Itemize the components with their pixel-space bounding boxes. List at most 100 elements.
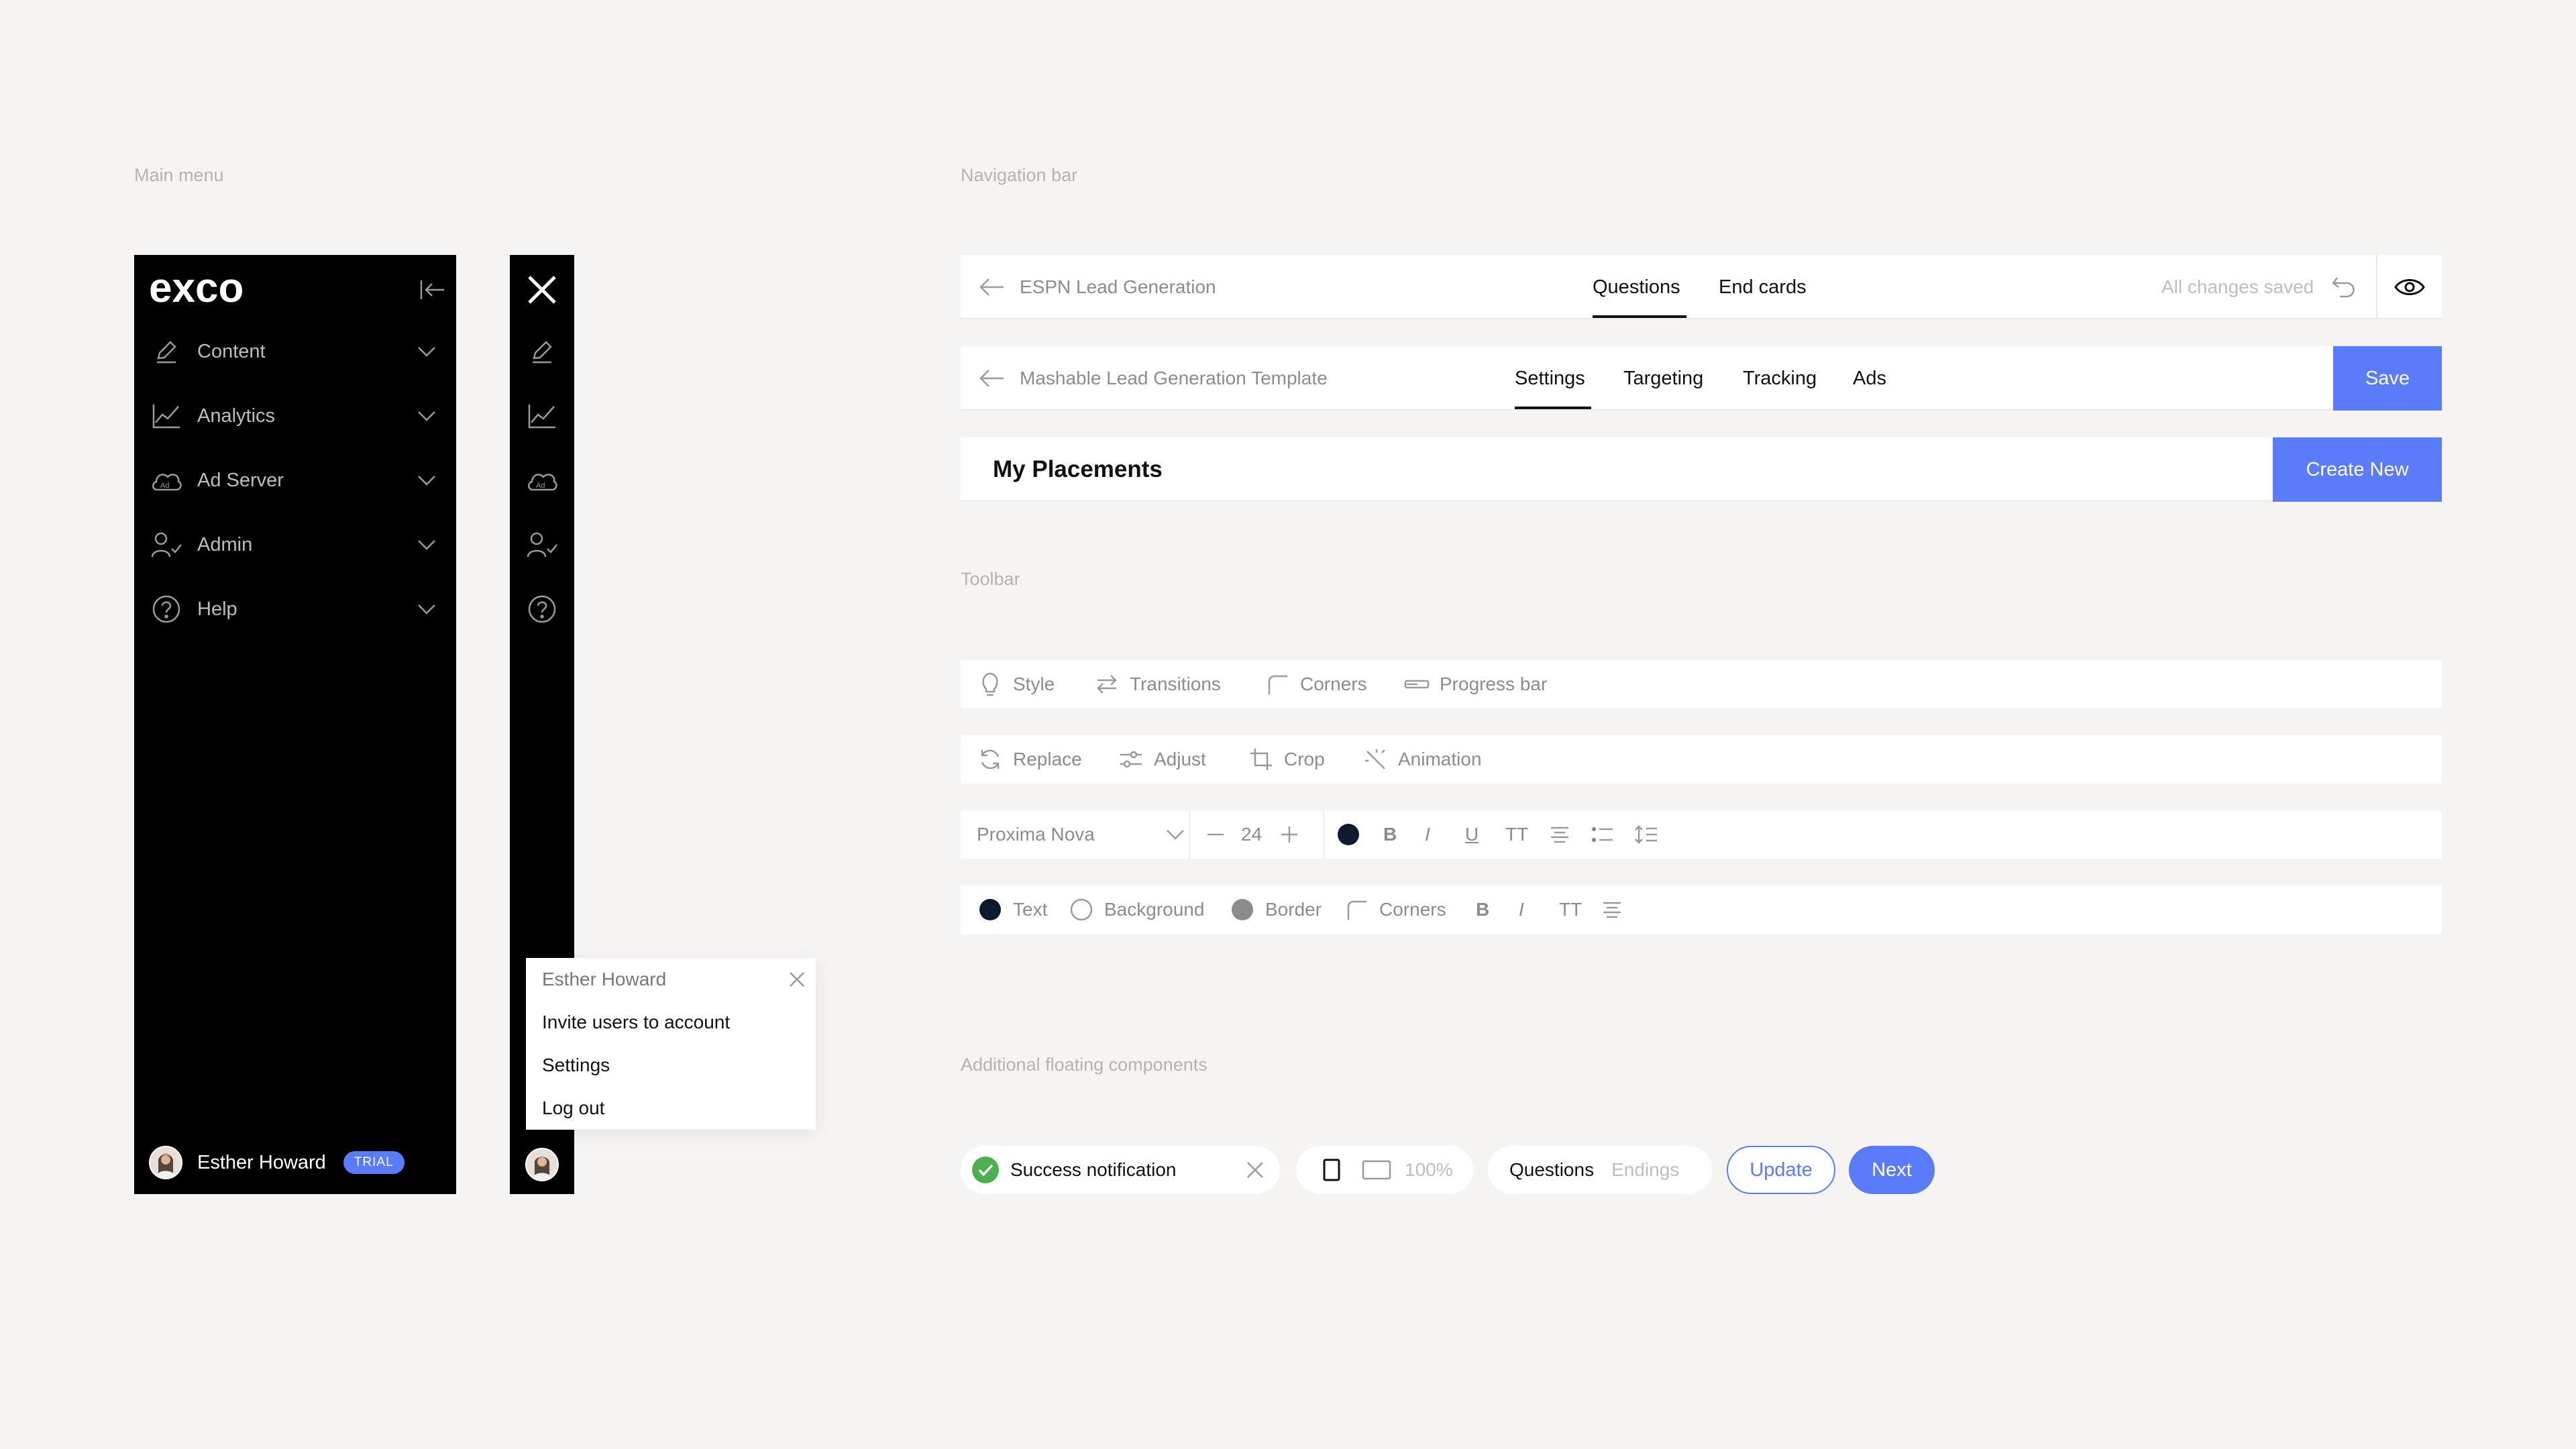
animation-tool[interactable]: Animation	[1362, 735, 1482, 784]
progress-bar-icon	[1403, 671, 1430, 698]
style-tool[interactable]: Style	[977, 660, 1055, 708]
underline-button[interactable]: U	[1465, 810, 1479, 859]
crop-icon	[1248, 746, 1275, 773]
font-family-value: Proxima Nova	[977, 824, 1095, 845]
tab-targeting[interactable]: Targeting	[1623, 368, 1703, 390]
pencil-icon[interactable]	[525, 334, 559, 369]
sidebar-item-help[interactable]: Help	[149, 589, 441, 629]
style-label: Style	[1013, 674, 1055, 694]
template-title: Mashable Lead Generation Template	[1020, 368, 1328, 388]
user-check-icon[interactable]	[525, 527, 559, 562]
bold-button[interactable]: B	[1476, 885, 1489, 934]
sidebar-item-analytics[interactable]: Analytics	[149, 396, 441, 436]
avatar[interactable]	[149, 1146, 182, 1179]
main-menu-expanded: exco Content Analytics Ad Ad Server Admi…	[134, 255, 456, 1194]
floating-components-label: Additional floating components	[961, 1055, 1208, 1075]
font-size-increase[interactable]	[1281, 810, 1297, 859]
mobile-view-icon[interactable]	[1323, 1159, 1340, 1181]
corners-label: Corners	[1300, 674, 1367, 694]
chevron-down-icon[interactable]	[412, 594, 441, 624]
tab-questions[interactable]: Questions	[1593, 276, 1680, 299]
back-arrow-icon[interactable]	[978, 275, 1005, 299]
adjust-tool[interactable]: Adjust	[1118, 735, 1206, 784]
transitions-tool[interactable]: Transitions	[1093, 660, 1221, 708]
exco-logo[interactable]: exco	[149, 268, 283, 309]
font-size-decrease[interactable]	[1208, 810, 1224, 859]
font-size-value[interactable]: 24	[1241, 810, 1262, 859]
success-notification: Success notification	[961, 1146, 1280, 1194]
desktop-view-icon[interactable]	[1362, 1159, 1391, 1181]
chevron-down-icon[interactable]	[412, 466, 441, 495]
menu-item-invite-users[interactable]: Invite users to account	[542, 1012, 730, 1033]
divider	[2376, 255, 2377, 319]
avatar[interactable]	[525, 1147, 559, 1182]
background-label: Background	[1104, 899, 1205, 920]
svg-text:exco: exco	[149, 268, 244, 309]
replace-tool[interactable]: Replace	[977, 735, 1082, 784]
chevron-down-icon[interactable]	[412, 401, 441, 431]
tab-settings[interactable]: Settings	[1515, 368, 1585, 390]
border-color-tool[interactable]: Border	[1229, 885, 1322, 934]
tab-tracking[interactable]: Tracking	[1743, 368, 1817, 390]
chart-line-icon[interactable]	[525, 398, 559, 433]
sidebar-item-admin[interactable]: Admin	[149, 525, 441, 565]
toolbar-shape: Text Background Border Corners B I TT	[961, 885, 2442, 934]
background-color-tool[interactable]: Background	[1068, 885, 1204, 934]
align-center-icon[interactable]	[1602, 885, 1622, 934]
bullet-list-icon[interactable]	[1591, 810, 1614, 859]
text-color-swatch[interactable]	[1336, 810, 1360, 859]
close-icon[interactable]	[788, 970, 806, 989]
user-popup-menu: Esther Howard Invite users to account Se…	[526, 958, 816, 1130]
chevron-down-icon[interactable]	[412, 337, 441, 366]
progress-bar-tool[interactable]: Progress bar	[1403, 660, 1547, 708]
divider	[1189, 810, 1190, 859]
sidebar-item-label: Content	[197, 340, 266, 362]
sidebar-item-content[interactable]: Content	[149, 331, 441, 372]
help-circle-icon[interactable]	[525, 592, 559, 627]
line-spacing-icon[interactable]	[1634, 810, 1658, 859]
toggle-questions[interactable]: Questions	[1509, 1159, 1594, 1181]
user-profile[interactable]: Esther Howard TRIAL	[149, 1146, 405, 1179]
corners-tool[interactable]: Corners	[1264, 660, 1367, 708]
tab-end-cards[interactable]: End cards	[1719, 276, 1807, 299]
menu-item-settings[interactable]: Settings	[542, 1055, 610, 1076]
project-title: ESPN Lead Generation	[1020, 276, 1216, 297]
view-mode-control: 100%	[1296, 1146, 1473, 1194]
color-dot-icon	[977, 896, 1004, 923]
italic-button[interactable]: I	[1425, 810, 1430, 859]
cloud-ad-icon[interactable]: Ad	[525, 463, 559, 498]
back-arrow-icon[interactable]	[978, 366, 1005, 390]
text-case-button[interactable]: TT	[1559, 885, 1582, 934]
align-center-icon[interactable]	[1550, 810, 1570, 859]
font-family-select[interactable]: Proxima Nova	[977, 810, 1185, 859]
sidebar-item-ad-server[interactable]: Ad Ad Server	[149, 460, 441, 500]
preview-eye-icon[interactable]	[2394, 274, 2426, 301]
bold-button[interactable]: B	[1383, 810, 1397, 859]
toggle-endings[interactable]: Endings	[1611, 1159, 1679, 1181]
crop-tool[interactable]: Crop	[1248, 735, 1325, 784]
sidebar-item-label: Admin	[197, 533, 253, 555]
corners-tool[interactable]: Corners	[1343, 885, 1446, 934]
text-color-tool[interactable]: Text	[977, 885, 1047, 934]
sidebar-item-label: Help	[197, 598, 237, 620]
user-name: Esther Howard	[197, 1151, 326, 1173]
collapse-menu-icon[interactable]	[419, 276, 445, 303]
tab-ads[interactable]: Ads	[1853, 368, 1886, 390]
svg-text:Ad: Ad	[160, 482, 169, 490]
nav-bar-placements: My Placements Create New	[961, 437, 2442, 502]
save-button[interactable]: Save	[2333, 346, 2442, 411]
create-new-button[interactable]: Create New	[2273, 437, 2442, 502]
grey-circle-icon	[1229, 896, 1256, 923]
italic-button[interactable]: I	[1519, 885, 1524, 934]
zoom-level[interactable]: 100%	[1405, 1159, 1453, 1181]
undo-icon[interactable]	[2330, 274, 2357, 301]
close-icon[interactable]	[1246, 1161, 1264, 1179]
corner-icon	[1264, 671, 1291, 698]
text-case-button[interactable]: TT	[1505, 810, 1528, 859]
svg-text:Ad: Ad	[536, 482, 545, 490]
next-button[interactable]: Next	[1849, 1146, 1935, 1194]
menu-item-log-out[interactable]: Log out	[542, 1097, 604, 1119]
update-button[interactable]: Update	[1727, 1146, 1835, 1194]
chevron-down-icon[interactable]	[412, 530, 441, 559]
exco-x-logo[interactable]	[525, 272, 559, 307]
